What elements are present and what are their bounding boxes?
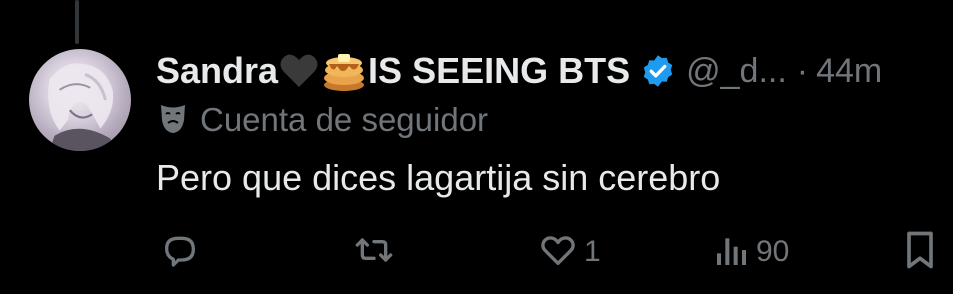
tweet-actions: 1 90 <box>0 230 953 274</box>
display-name[interactable]: Sandra <box>156 50 278 92</box>
account-label-row: Cuenta de seguidor <box>158 101 489 139</box>
verified-badge-icon[interactable] <box>640 53 676 89</box>
heart-icon <box>536 230 580 275</box>
account-label: Cuenta de seguidor <box>200 101 489 138</box>
retweet-button[interactable] <box>352 230 400 274</box>
bookmark-button[interactable] <box>898 230 942 274</box>
black-heart-icon <box>279 52 319 90</box>
display-name-suffix[interactable]: IS SEEING BTS <box>368 50 630 92</box>
bookmark-icon <box>898 228 942 277</box>
like-count: 1 <box>584 235 601 268</box>
separator-dot: · <box>796 51 809 90</box>
tweet-text: Pero que dices lagartija sin cerebro <box>156 157 721 198</box>
thread-connector-line <box>75 0 79 44</box>
reply-button[interactable] <box>158 230 206 274</box>
avatar[interactable] <box>29 49 131 151</box>
tweet-header: Sandra IS SEEING BTS @_d... · 44m <box>156 50 882 92</box>
pancakes-icon <box>321 50 367 92</box>
timestamp[interactable]: 44m <box>816 52 882 91</box>
like-button[interactable]: 1 <box>536 230 601 274</box>
views-chart-icon <box>712 230 752 275</box>
user-handle[interactable]: @_d... <box>686 52 787 91</box>
views-button[interactable]: 90 <box>712 230 789 274</box>
avatar-image <box>48 63 114 151</box>
views-count: 90 <box>756 235 790 268</box>
theater-masks-icon <box>158 102 188 139</box>
retweet-icon <box>352 230 396 275</box>
reply-icon <box>158 230 202 275</box>
